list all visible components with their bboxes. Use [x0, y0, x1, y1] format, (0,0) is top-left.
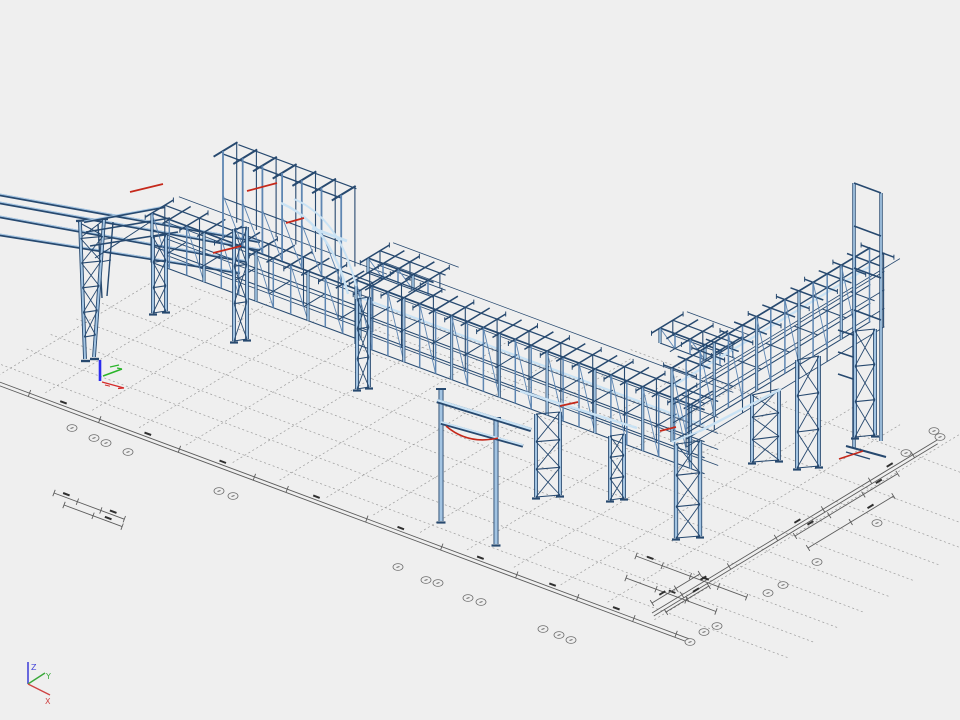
viewport-background	[0, 0, 960, 720]
origin-x-arrowhead	[118, 388, 124, 389]
model-scene-canvas[interactable]: Z Y X	[0, 0, 960, 720]
y-axis-label: Y	[45, 672, 51, 681]
model-viewport[interactable]: Z Y X	[0, 0, 960, 720]
x-axis-label: X	[45, 697, 51, 706]
z-axis-label: Z	[31, 663, 37, 672]
